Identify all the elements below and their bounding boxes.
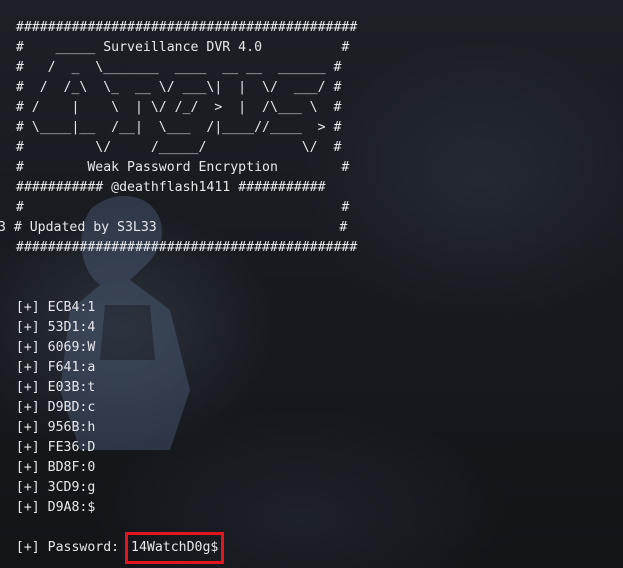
banner-line: # Weak Password Encryption # — [0, 160, 350, 175]
banner-line: # \/ /_____/ \/ # — [0, 140, 342, 155]
terminal-output: ########################################… — [0, 0, 623, 568]
result-line: [+] BD8F:0 — [0, 460, 96, 475]
banner-line: # / /_\ \_ __ \/ ___\| | \/ ___/ # — [0, 80, 342, 95]
banner-line: # _____ Surveillance DVR 4.0 # — [0, 40, 350, 55]
result-line: [+] D9BD:c — [0, 400, 96, 415]
result-line: [+] E03B:t — [0, 380, 96, 395]
result-line: [+] 53D1:4 — [0, 320, 96, 335]
banner-line: # \____|__ /__| \___ /|____//____ > # — [0, 120, 342, 135]
result-line: [+] ECB4:1 — [0, 300, 96, 315]
password-highlight-box — [125, 532, 224, 564]
banner-line: ########### @deathflash1411 ########### — [0, 180, 326, 195]
banner-line: ########################################… — [0, 240, 358, 255]
result-line: [+] 956B:h — [0, 420, 96, 435]
banner-line: ########################################… — [0, 20, 358, 35]
password-label: [+] Password: — [0, 540, 128, 555]
banner-line: # # — [0, 200, 350, 215]
banner-line: # / | \ | \/ /_/ > | /\___ \ # — [0, 100, 342, 115]
result-line: [+] D9A8:$ — [0, 500, 96, 515]
result-line: [+] FE36:D — [0, 440, 96, 455]
banner-line: 33 # Updated by S3L33 # — [0, 220, 348, 235]
result-line: [+] 3CD9:g — [0, 480, 96, 495]
result-line: [+] 6069:W — [0, 340, 96, 355]
result-line: [+] F641:a — [0, 360, 96, 375]
banner-line: # / _ \_______ ____ __ __ ______ # — [0, 60, 342, 75]
